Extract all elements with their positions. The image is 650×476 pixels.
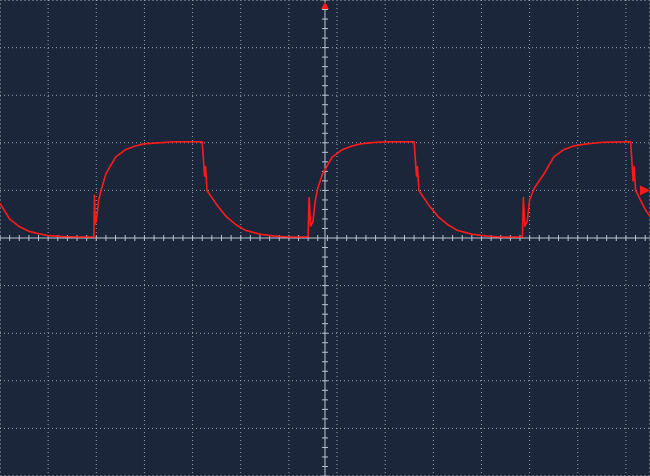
oscilloscope-display <box>0 0 650 476</box>
